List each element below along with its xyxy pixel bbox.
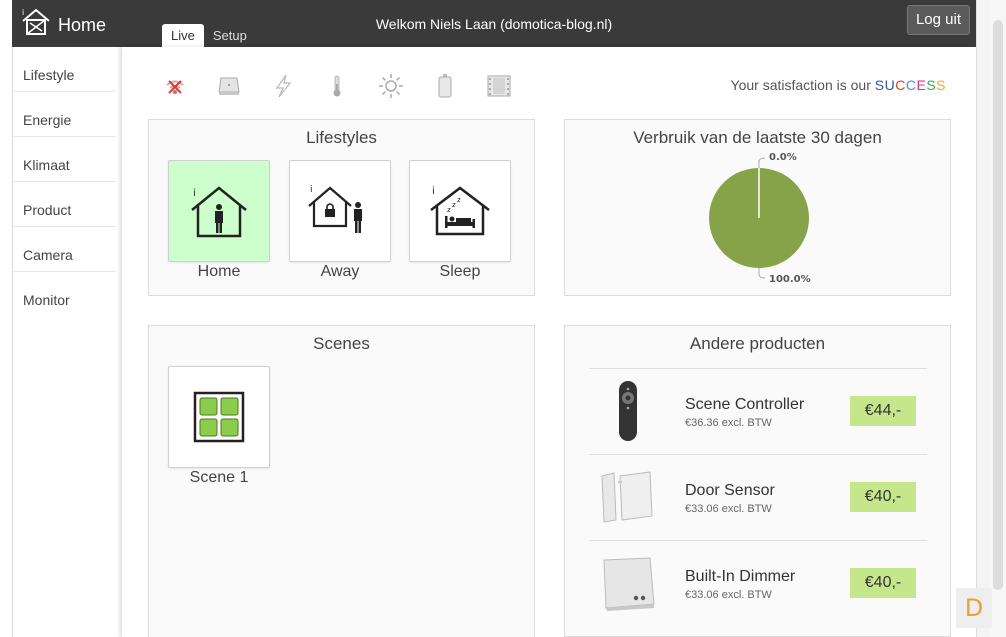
lifestyles-panel: Lifestyles i Home i Away i z z z Sleep: [148, 119, 535, 296]
success-letter: C: [895, 77, 906, 93]
sidebar: Lifestyle Energie Klimaat Product Camera…: [12, 47, 122, 637]
satisfaction-tagline: Your satisfaction is our SUCCESS: [731, 77, 946, 93]
dimmer-module-icon: [597, 551, 659, 617]
product-price-excl: €33.06 excl. BTW: [685, 589, 772, 601]
product-price-button[interactable]: €40,-: [850, 568, 916, 598]
tab-setup[interactable]: Setup: [204, 24, 256, 47]
lifestyles-title: Lifestyles: [306, 128, 377, 147]
success-letter: S: [926, 77, 937, 93]
thermometer-icon[interactable]: [324, 71, 378, 101]
product-price-excl: €33.06 excl. BTW: [685, 503, 772, 515]
success-word: SUCCESS: [875, 77, 946, 93]
lifestyle-home[interactable]: i Home: [168, 160, 270, 281]
lifestyle-home-label: Home: [197, 263, 241, 280]
product-name: Built-In Dimmer: [685, 568, 796, 585]
sun-icon[interactable]: [378, 71, 432, 101]
sidebar-item-lifestyle[interactable]: Lifestyle: [13, 47, 116, 92]
sidebar-item-product[interactable]: Product: [13, 182, 116, 227]
scene-1-tile[interactable]: [168, 366, 270, 468]
product-price-button[interactable]: €40,-: [850, 482, 916, 512]
product-row-door-sensor[interactable]: Door Sensor €33.06 excl. BTW €40,-: [589, 454, 927, 540]
content-edge: [976, 0, 990, 637]
away-lock-icon: i: [308, 185, 362, 233]
wifi-off-icon[interactable]: [162, 71, 216, 101]
product-price-button[interactable]: €44,-: [850, 396, 916, 426]
lifestyle-home-tile[interactable]: i: [168, 160, 270, 262]
scenes-panel: Scenes Scene 1: [148, 325, 535, 637]
svg-text:i: i: [432, 186, 435, 197]
svg-text:i: i: [310, 185, 313, 195]
success-letter: S: [874, 77, 885, 93]
energy-icon[interactable]: [270, 71, 324, 101]
pie-label-full: 100.0%: [769, 274, 811, 285]
products-panel: Andere producten Scene Controller €36.36: [564, 325, 951, 637]
status-icons: [162, 71, 540, 101]
svg-text:i: i: [193, 188, 196, 199]
tab-live[interactable]: Live: [162, 24, 204, 47]
app-window: i Home Welkom Niels Laan (domotica-blog.…: [0, 0, 1006, 637]
scene-grid-icon: [193, 391, 245, 443]
usage-panel: Verbruik van de laatste 30 dagen 0.0% 100…: [564, 119, 951, 296]
sleep-icon: i z z z: [430, 186, 490, 236]
door-sensor-icon: [597, 465, 659, 531]
corner-badge[interactable]: D: [956, 588, 992, 628]
pie-leader-line: [758, 268, 766, 279]
film-icon[interactable]: [486, 71, 540, 101]
scene-1-label: Scene 1: [189, 469, 249, 486]
success-letter: C: [905, 77, 917, 93]
scrollbar-thumb[interactable]: [993, 20, 1003, 590]
scenes-title: Scenes: [313, 334, 370, 353]
pie-leader-line: [758, 157, 766, 168]
svg-text:z: z: [452, 201, 456, 209]
pie-label-zero: 0.0%: [769, 152, 797, 163]
lifestyle-away[interactable]: i Away: [289, 160, 391, 281]
success-letter: S: [936, 77, 946, 93]
welcome-text: Welkom Niels Laan (domotica-blog.nl): [375, 16, 613, 32]
lifestyle-sleep[interactable]: i z z z Sleep: [409, 160, 511, 281]
success-letter: U: [884, 77, 896, 93]
logout-button[interactable]: Log uit: [906, 5, 970, 35]
usage-pie-chart: 0.0% 100.0%: [709, 152, 811, 285]
products-title: Andere producten: [689, 334, 826, 353]
svg-text:z: z: [457, 196, 461, 204]
product-name: Door Sensor: [685, 482, 775, 499]
product-name: Scene Controller: [685, 396, 805, 413]
lifestyle-sleep-label: Sleep: [439, 263, 481, 280]
product-row-built-in-dimmer[interactable]: Built-In Dimmer €33.06 excl. BTW €40,-: [589, 540, 927, 626]
lifestyle-sleep-tile[interactable]: i z z z: [409, 160, 511, 262]
satisfaction-prefix: Your satisfaction is our: [730, 77, 875, 93]
home-person-icon: i: [191, 186, 247, 238]
gateway-icon[interactable]: [216, 71, 270, 101]
usage-title: Verbruik van de laatste 30 dagen: [633, 128, 882, 147]
sidebar-item-monitor[interactable]: Monitor: [13, 272, 116, 317]
sidebar-item-klimaat[interactable]: Klimaat: [13, 137, 116, 182]
sidebar-item-camera[interactable]: Camera: [13, 227, 116, 272]
battery-icon[interactable]: [432, 71, 486, 101]
top-bar: i Home Welkom Niels Laan (domotica-blog.…: [12, 0, 976, 47]
sidebar-item-energie[interactable]: Energie: [13, 92, 116, 137]
product-list: Scene Controller €36.36 excl. BTW €44,- …: [589, 368, 927, 626]
scene-1[interactable]: Scene 1: [168, 366, 270, 487]
mode-tabs: Live Setup: [162, 24, 256, 47]
lifestyle-away-label: Away: [320, 263, 360, 280]
main-content: Your satisfaction is our SUCCESS Lifesty…: [122, 47, 976, 637]
product-price-excl: €36.36 excl. BTW: [685, 417, 772, 429]
product-row-scene-controller[interactable]: Scene Controller €36.36 excl. BTW €44,-: [589, 368, 927, 454]
success-letter: E: [916, 77, 927, 93]
lifestyle-away-tile[interactable]: i: [289, 160, 391, 262]
remote-control-icon: [597, 379, 659, 445]
svg-text:z: z: [447, 206, 451, 214]
